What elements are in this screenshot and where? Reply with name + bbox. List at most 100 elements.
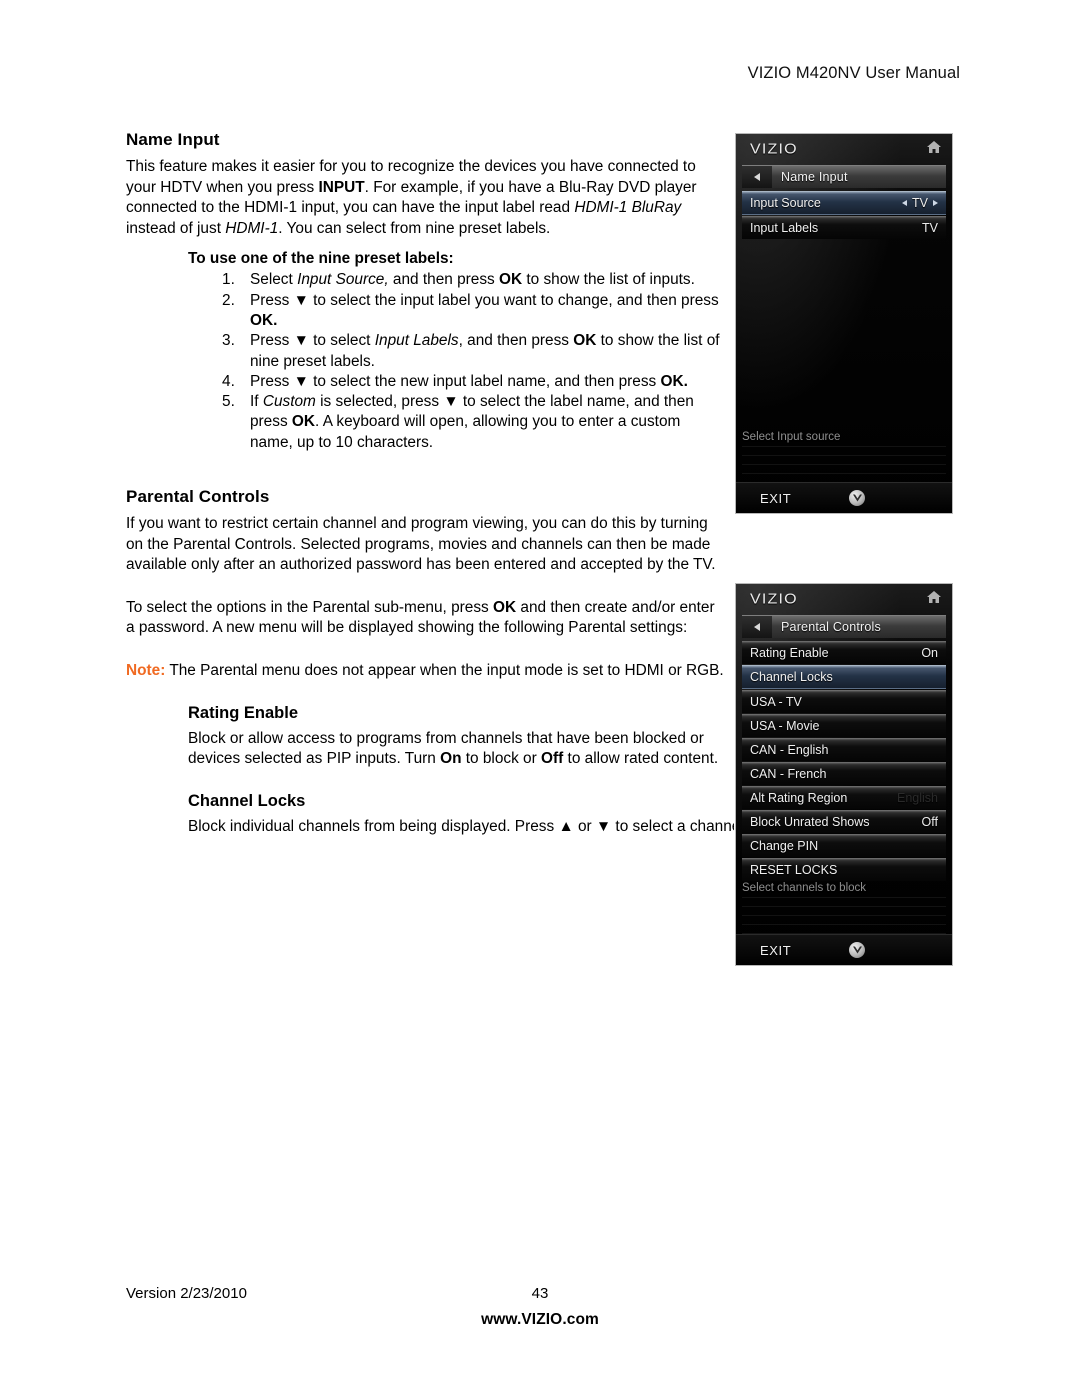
text-run: The Parental menu does not appear when t…	[165, 662, 724, 680]
osd-menu-list: Rating Enable On Channel Locks USA - TV USA …	[742, 641, 946, 881]
osd-menu-item-value: Off	[921, 815, 938, 829]
document-header-title: VIZIO M420NV User Manual	[747, 64, 960, 82]
osd-help-text: Select Input source	[742, 431, 841, 443]
text-run-bold: OK	[573, 332, 597, 350]
osd-menu-item[interactable]: Input Source TV	[742, 191, 946, 215]
paragraph-name-input: This feature makes it easier for you to …	[126, 157, 726, 239]
text-run-bold: Off	[541, 750, 564, 768]
osd-title-row: Name Input	[742, 165, 946, 188]
osd-brand-bar: VIZIO	[736, 584, 952, 615]
text-run: to select the input label you want to ch…	[308, 291, 719, 309]
osd-screenshot-parental-controls: VIZIO Parental Controls Rating Enable On C…	[735, 583, 953, 966]
step-item: Press ▼ to select Input Labels, and then…	[126, 331, 726, 372]
osd-menu-item-label: RESET LOCKS	[750, 863, 838, 877]
osd-menu-item[interactable]: Channel Locks	[742, 665, 946, 689]
osd-menu-list: Input Source TV Input Labels TV	[742, 191, 946, 239]
osd-menu-item-label: CAN - French	[750, 767, 827, 781]
paragraph-parental-note: Note: The Parental menu does not appear …	[126, 661, 726, 682]
text-run: ▼	[293, 332, 309, 350]
osd-screenshot-name-input: VIZIO Name Input Input Source TV Input Lab…	[735, 133, 953, 514]
osd-menu-item-label: Block Unrated Shows	[750, 815, 870, 829]
up-arrow-glyph: ▲	[558, 817, 574, 835]
osd-menu-item-label: USA - TV	[750, 695, 802, 709]
text-run: instead of just	[126, 219, 226, 237]
text-run-bold: OK	[291, 413, 316, 431]
text-run: . A keyboard will open, allowing you to …	[250, 413, 681, 451]
text-run: Select	[250, 271, 298, 289]
text-run: to select the new input label name, and …	[308, 372, 661, 390]
text-run-italic: Input Source,	[297, 271, 389, 289]
osd-title: Parental Controls	[781, 620, 881, 634]
text-run: Press	[250, 291, 294, 309]
text-run: or	[573, 817, 596, 835]
heading-rating-enable: Rating Enable	[188, 703, 299, 722]
osd-menu-item-value: TV	[902, 196, 938, 210]
steps-list: Select Input Source, and then press OK t…	[126, 270, 726, 453]
text-run: Press	[250, 372, 294, 390]
chevron-right-icon[interactable]	[933, 200, 938, 206]
osd-value-text: TV	[912, 196, 928, 210]
osd-menu-item[interactable]: Change PIN	[742, 834, 946, 857]
osd-menu-item[interactable]: Input Labels TV	[742, 216, 946, 239]
chevron-left-icon	[754, 623, 760, 631]
text-run: ▼	[293, 372, 309, 390]
osd-menu-item[interactable]: Block Unrated Shows Off	[742, 810, 946, 833]
footer-page-number: 43	[531, 1285, 549, 1302]
text-run-italic: Custom	[262, 393, 316, 411]
osd-menu-item[interactable]: USA - Movie	[742, 714, 946, 737]
text-run: To select the options in the Parental su…	[126, 598, 494, 616]
step-item: Press ▼ to select the input label you wa…	[126, 291, 726, 332]
paragraph-parental-2: To select the options in the Parental su…	[126, 598, 726, 639]
osd-menu-item[interactable]: RESET LOCKS	[742, 858, 946, 881]
text-run: to block or	[461, 750, 542, 768]
osd-menu-item-label: Change PIN	[750, 839, 819, 853]
text-run: to select	[308, 332, 375, 350]
osd-help-lines	[742, 446, 946, 486]
osd-menu-item-label: Input Labels	[750, 221, 819, 235]
osd-menu-item[interactable]: USA - TV	[742, 690, 946, 713]
osd-menu-item[interactable]: CAN - English	[742, 738, 946, 761]
text-run: to allow rated content.	[563, 750, 719, 768]
text-run: to show the list of inputs.	[522, 271, 695, 289]
home-icon[interactable]	[926, 590, 942, 609]
osd-menu-item-label: Alt Rating Region	[750, 791, 848, 805]
text-run: , and then press	[458, 332, 574, 350]
heading-preset-labels: To use one of the nine preset labels:	[188, 250, 454, 268]
text-run-italic: HDMI-1 BluRay	[574, 199, 682, 217]
text-run-bold: OK.	[660, 372, 688, 390]
step-item: If Custom is selected, press ▼ to select…	[126, 392, 726, 453]
footer-website: www.VIZIO.com	[481, 1311, 599, 1328]
vizio-v-button-icon[interactable]	[849, 490, 866, 506]
text-run-bold: OK	[499, 271, 523, 289]
back-button[interactable]	[742, 616, 772, 638]
vizio-logo: VIZIO	[750, 141, 798, 157]
text-run: ▼	[293, 291, 309, 309]
osd-menu-item-label: USA - Movie	[750, 719, 820, 733]
osd-help-lines	[742, 897, 946, 937]
osd-brand-bar: VIZIO	[736, 134, 952, 165]
step-item: Select Input Source, and then press OK t…	[126, 270, 726, 291]
osd-title-row: Parental Controls	[742, 615, 946, 638]
osd-menu-item-label: Rating Enable	[750, 646, 829, 660]
osd-help-text: Select channels to block	[742, 882, 867, 894]
exit-button[interactable]: EXIT	[736, 943, 791, 958]
exit-button[interactable]: EXIT	[736, 491, 791, 506]
heading-channel-locks: Channel Locks	[188, 791, 306, 810]
text-run: is selected, press	[315, 393, 444, 411]
osd-menu-item[interactable]: Alt Rating Region English	[742, 786, 946, 809]
osd-menu-item-label: Channel Locks	[750, 670, 833, 684]
osd-footer: EXIT	[736, 934, 952, 965]
vizio-v-button-icon[interactable]	[849, 942, 866, 958]
osd-title: Name Input	[781, 170, 848, 184]
step-item: Press ▼ to select the new input label na…	[126, 372, 726, 393]
text-run-bold: On	[440, 750, 462, 768]
osd-menu-item-label: CAN - English	[750, 743, 829, 757]
text-run-italic: Input Labels	[374, 332, 459, 350]
chevron-left-icon[interactable]	[902, 200, 908, 206]
home-icon[interactable]	[926, 140, 942, 159]
osd-menu-item[interactable]: CAN - French	[742, 762, 946, 785]
back-button[interactable]	[742, 166, 772, 188]
text-run-bold: OK.	[250, 311, 278, 329]
text-run: . You can select from nine preset labels…	[278, 219, 551, 237]
osd-menu-item[interactable]: Rating Enable On	[742, 641, 946, 664]
